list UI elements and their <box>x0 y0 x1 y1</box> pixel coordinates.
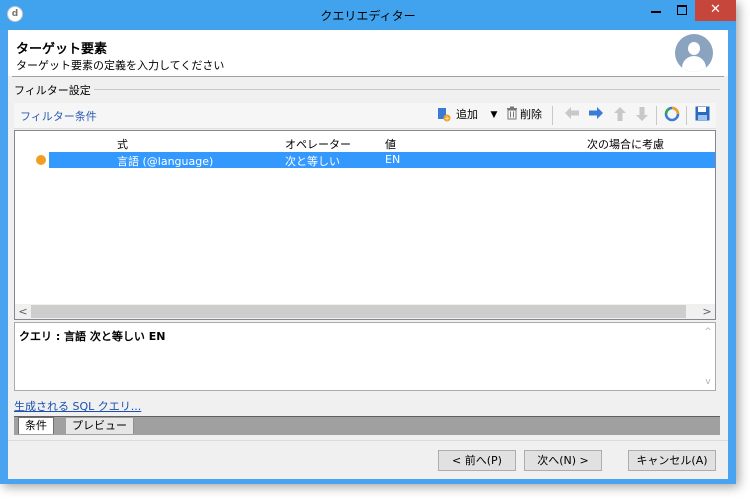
condition-status-icon <box>36 155 46 165</box>
scroll-right-icon[interactable]: > <box>699 304 715 319</box>
generated-sql-link[interactable]: 生成される SQL クエリ... <box>14 398 141 414</box>
group-divider <box>78 89 720 90</box>
tab-conditions[interactable]: 条件 <box>18 417 54 434</box>
query-editor-window: d クエリエディター ✕ ターゲット要素 ターゲット要素の定義を入力してください… <box>0 0 736 484</box>
filter-settings-label: フィルター設定 <box>14 82 94 98</box>
scroll-thumb[interactable] <box>31 305 686 318</box>
maximize-button[interactable] <box>669 0 695 21</box>
row-operator[interactable]: 次と等しい <box>285 153 340 169</box>
column-header-expression[interactable]: 式 <box>117 136 128 152</box>
scroll-down-icon[interactable]: v <box>701 375 715 389</box>
toolbar-separator <box>552 106 553 125</box>
row-value[interactable]: EN <box>385 153 400 166</box>
add-dropdown-icon[interactable]: ▼ <box>488 106 500 124</box>
page-title: ターゲット要素 <box>16 42 108 57</box>
cancel-button[interactable]: キャンセル(A) <box>628 450 716 471</box>
dialog-footer: < 前へ(P) 次へ(N) > キャンセル(A) <box>8 440 728 479</box>
svg-text:+: + <box>444 115 450 123</box>
minimize-button[interactable] <box>643 0 669 21</box>
column-header-consider-if[interactable]: 次の場合に考慮 <box>587 136 664 152</box>
title-bar[interactable]: d クエリエディター ✕ <box>0 0 736 30</box>
arrow-up-icon[interactable] <box>612 106 628 124</box>
user-avatar-icon <box>675 34 713 72</box>
arrow-down-icon[interactable] <box>634 106 650 124</box>
avatar-head <box>688 42 700 55</box>
dialog-body: ターゲット要素 ターゲット要素の定義を入力してください フィルター設定 フィルタ… <box>8 30 728 479</box>
query-text: クエリ : 言語 次と等しい EN <box>19 330 166 343</box>
add-icon[interactable]: + <box>436 106 452 124</box>
window-title: クエリエディター <box>320 9 416 23</box>
column-header-value[interactable]: 値 <box>385 136 396 152</box>
header-panel: ターゲット要素 ターゲット要素の定義を入力してください <box>8 30 728 76</box>
page-subtitle: ターゲット要素の定義を入力してください <box>16 59 225 72</box>
toolbar-separator <box>656 106 657 125</box>
row-expression[interactable]: 言語 (@language) <box>117 153 213 169</box>
filter-toolbar: フィルター条件 + 追加 ▼ 削除 <box>14 103 716 129</box>
vertical-scrollbar[interactable]: ^ v <box>701 323 715 390</box>
arrow-left-icon[interactable] <box>564 106 580 124</box>
tab-bar: 条件 プレビュー <box>14 416 720 435</box>
column-header-operator[interactable]: オペレーター <box>285 136 351 152</box>
close-button[interactable]: ✕ <box>695 0 736 21</box>
add-button[interactable]: 追加 <box>456 107 478 124</box>
previous-button[interactable]: < 前へ(P) <box>438 450 516 471</box>
avatar-body <box>682 56 706 72</box>
trash-icon[interactable] <box>504 106 520 124</box>
query-preview-box[interactable]: クエリ : 言語 次と等しい EN ^ v <box>14 322 716 391</box>
scroll-left-icon[interactable]: < <box>15 304 31 319</box>
header-divider <box>12 76 724 77</box>
delete-button[interactable]: 削除 <box>520 107 542 124</box>
next-button[interactable]: 次へ(N) > <box>524 450 602 471</box>
filter-conditions-grid[interactable]: 式 オペレーター 値 次の場合に考慮 言語 (@language) 次と等しい … <box>14 130 716 320</box>
save-icon[interactable] <box>694 106 710 124</box>
filter-conditions-label: フィルター条件 <box>20 110 97 123</box>
scroll-up-icon[interactable]: ^ <box>701 325 715 339</box>
tab-preview[interactable]: プレビュー <box>66 418 134 434</box>
arrow-right-icon[interactable] <box>588 106 604 124</box>
horizontal-scrollbar[interactable]: < > <box>15 304 715 319</box>
grid-header: 式 オペレーター 値 次の場合に考慮 <box>15 131 715 151</box>
toolbar-separator <box>686 106 687 125</box>
refresh-icon[interactable] <box>664 106 680 124</box>
